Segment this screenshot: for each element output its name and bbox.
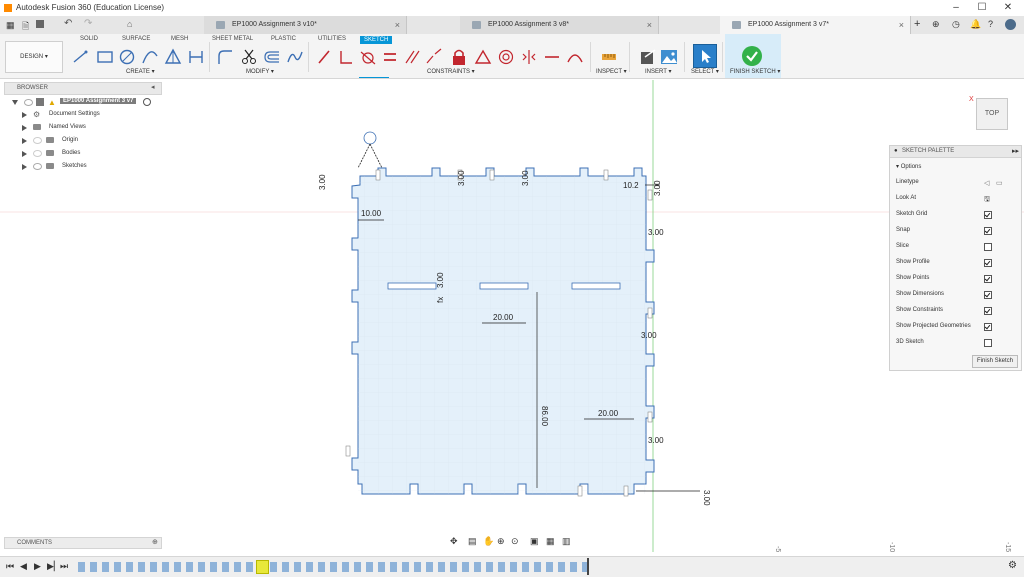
add-comment-icon[interactable]: ⊕ xyxy=(152,538,158,546)
grid-settings-icon[interactable]: ▦ xyxy=(546,536,555,547)
ruler-label: -5 xyxy=(774,546,781,552)
dim-86[interactable]: 86.00 xyxy=(540,406,549,427)
dim-3-right-3[interactable]: 3.00 xyxy=(648,436,664,445)
view-cube[interactable]: TOP xyxy=(976,98,1008,130)
row-show-profile: Show Profile xyxy=(896,259,1021,267)
row-slice: Slice xyxy=(896,243,1021,251)
centerline-icon[interactable]: ▭ xyxy=(996,179,1003,187)
step-back-icon[interactable]: ◀ xyxy=(20,561,27,572)
checkbox-show-points[interactable] xyxy=(984,275,992,283)
dim-3-bottom-right[interactable]: 3.00 xyxy=(702,490,711,506)
options-section[interactable]: ▾ Options xyxy=(896,163,921,170)
go-to-start-icon[interactable]: ⏮ xyxy=(6,561,14,572)
pan-icon[interactable]: ✋ xyxy=(483,536,494,547)
dim-10[interactable]: 10.00 xyxy=(361,209,382,218)
dim-3-top-right[interactable]: 3.00 xyxy=(653,180,662,196)
palette-header[interactable]: ● SKETCH PALETTE ▸▸ xyxy=(890,146,1021,158)
play-icon[interactable]: ▶ xyxy=(34,561,41,572)
dim-20-top[interactable]: 20.00 xyxy=(493,313,514,322)
dim-3-slot[interactable]: 3.00 xyxy=(436,272,445,288)
timeline-settings-icon[interactable]: ⚙ xyxy=(1008,560,1017,571)
navigation-bar: ✥ ▤ ✋ ⊕ ⊙ ▣ ▦ ▥ xyxy=(450,536,576,548)
checkbox-sketch-grid[interactable] xyxy=(984,211,992,219)
sketch-canvas[interactable]: 10.00 fx 3.00 20.00 86.00 20.00 10.2 3.0… xyxy=(0,0,1024,576)
step-forward-icon[interactable]: ▶▏ xyxy=(47,561,61,572)
viewport-icon[interactable]: ▥ xyxy=(562,536,571,547)
row-snap: Snap xyxy=(896,227,1021,235)
axis-x-label: X xyxy=(969,96,974,103)
row-show-projected-geometries: Show Projected Geometries xyxy=(896,323,1021,331)
checkbox-show-projected-geometries[interactable] xyxy=(984,323,992,331)
sketch-palette: ● SKETCH PALETTE ▸▸ ▾ Options Linetype ◁… xyxy=(889,145,1022,371)
dim-3-top-left[interactable]: 3.00 xyxy=(318,174,327,190)
row-3d-sketch: 3D Sketch xyxy=(896,339,1021,347)
checkbox-show-profile[interactable] xyxy=(984,259,992,267)
dim-10-2[interactable]: 10.2 xyxy=(623,181,639,190)
checkbox-show-dimensions[interactable] xyxy=(984,291,992,299)
checkbox-show-constraints[interactable] xyxy=(984,307,992,315)
dim-3-top-2[interactable]: 3.00 xyxy=(521,170,530,186)
row-linetype: Linetype ◁ ▭ xyxy=(896,179,1003,187)
construction-line-icon[interactable]: ◁ xyxy=(984,179,989,187)
go-to-end-icon[interactable]: ⏭ xyxy=(60,561,68,572)
dim-3-right-2[interactable]: 3.00 xyxy=(641,331,657,340)
timeline-current-feature[interactable] xyxy=(256,560,269,574)
ruler-label: -10 xyxy=(888,542,895,552)
slot-left[interactable] xyxy=(387,282,437,290)
row-sketch-grid: Sketch Grid xyxy=(896,211,1021,219)
palette-expand-icon[interactable]: ▸▸ xyxy=(1012,147,1019,155)
checkbox-3d-sketch[interactable] xyxy=(984,339,992,347)
row-show-dimensions: Show Dimensions xyxy=(896,291,1021,299)
timeline: ⏮ ◀ ▶ ▶▏ ⏭ ⚙ xyxy=(0,556,1024,577)
comments-panel[interactable]: COMMENTS ⊕ xyxy=(4,537,162,549)
sketch-circle[interactable] xyxy=(363,131,377,145)
zoom-icon[interactable]: ⊕ xyxy=(497,536,505,547)
slot-right[interactable] xyxy=(571,282,621,290)
palette-pin-icon[interactable]: ● xyxy=(894,148,898,154)
checkbox-slice[interactable] xyxy=(984,243,992,251)
dim-3-top-1[interactable]: 3.00 xyxy=(457,170,466,186)
checkbox-snap[interactable] xyxy=(984,227,992,235)
fit-icon[interactable]: ⊙ xyxy=(511,536,519,547)
timeline-marker[interactable] xyxy=(587,558,589,575)
dim-20-bottom[interactable]: 20.00 xyxy=(598,409,619,418)
look-at-nav-icon[interactable]: ▤ xyxy=(468,536,477,547)
ruler-label: -15 xyxy=(1004,542,1011,552)
grid-overlay xyxy=(358,176,646,494)
orbit-icon[interactable]: ✥ xyxy=(450,536,458,547)
slot-center[interactable] xyxy=(479,282,529,290)
look-at-icon[interactable]: 🖫 xyxy=(984,195,990,206)
palette-finish-sketch-button[interactable]: Finish Sketch xyxy=(972,355,1018,368)
row-show-points: Show Points xyxy=(896,275,1021,283)
timeline-features[interactable] xyxy=(78,562,588,572)
dim-fx-label: fx xyxy=(436,297,445,303)
row-look-at: Look At 🖫 xyxy=(896,195,1021,203)
row-show-constraints: Show Constraints xyxy=(896,307,1021,315)
display-settings-icon[interactable]: ▣ xyxy=(530,536,539,547)
sketch-triangle[interactable] xyxy=(357,143,383,169)
dim-3-right-1[interactable]: 3.00 xyxy=(648,228,664,237)
